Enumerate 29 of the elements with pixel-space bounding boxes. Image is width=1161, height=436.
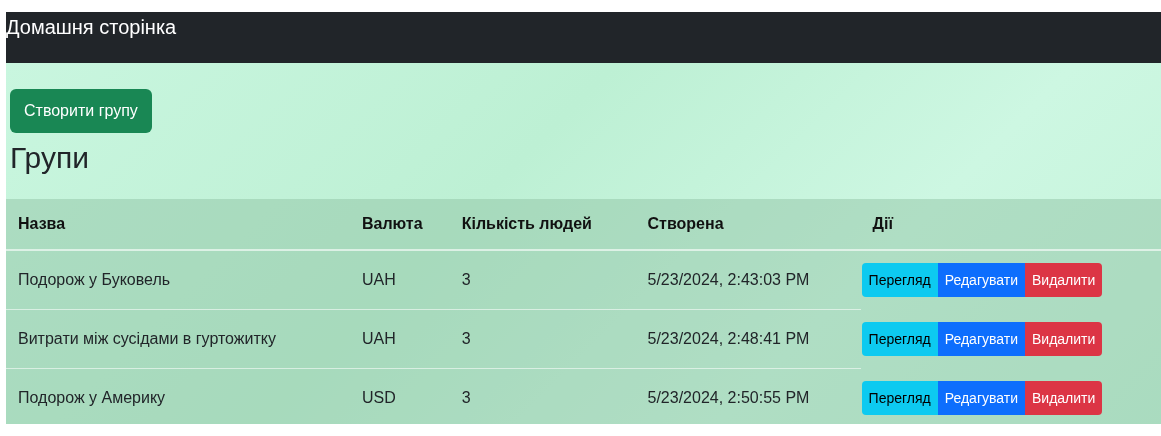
navbar-title[interactable]: Домашня сторінка xyxy=(6,16,177,39)
table-cell: UAH xyxy=(349,250,450,310)
column-header: Валюта xyxy=(349,199,450,250)
table-cell: 5/23/2024, 2:43:03 PM xyxy=(635,250,861,310)
column-header: Назва xyxy=(6,199,350,250)
table-cell: UAH xyxy=(349,309,450,369)
delete-button[interactable]: Видалити xyxy=(1025,381,1103,415)
table-cell: 5/23/2024, 2:50:55 PM xyxy=(635,368,861,424)
view-button[interactable]: Перегляд xyxy=(861,263,938,298)
edit-button[interactable]: Редагувати xyxy=(937,322,1025,356)
view-button[interactable]: Перегляд xyxy=(861,381,938,415)
table-cell: Витрати між сусідами в гуртожитку xyxy=(6,309,350,369)
delete-button[interactable]: Видалити xyxy=(1025,263,1103,298)
column-header: Створена xyxy=(635,199,861,250)
table-cell: Подорож у Америку xyxy=(6,368,350,424)
table-cell: 3 xyxy=(449,309,636,369)
table-cell: 3 xyxy=(449,368,636,424)
edit-button[interactable]: Редагувати xyxy=(937,263,1025,298)
table-cell: USD xyxy=(349,368,450,424)
delete-button[interactable]: Видалити xyxy=(1025,322,1103,356)
table-cell: Подорож у Буковель xyxy=(6,250,350,310)
create-group-button[interactable]: Створити групу xyxy=(10,89,152,133)
table-cell: 5/23/2024, 2:48:41 PM xyxy=(635,309,861,369)
column-header: Дії xyxy=(860,199,1161,250)
view-button[interactable]: Перегляд xyxy=(861,322,938,356)
column-header: Кількість людей xyxy=(449,199,636,250)
edit-button[interactable]: Редагувати xyxy=(937,381,1025,415)
page-heading: Групи xyxy=(10,141,90,175)
table-cell: 3 xyxy=(449,250,636,310)
